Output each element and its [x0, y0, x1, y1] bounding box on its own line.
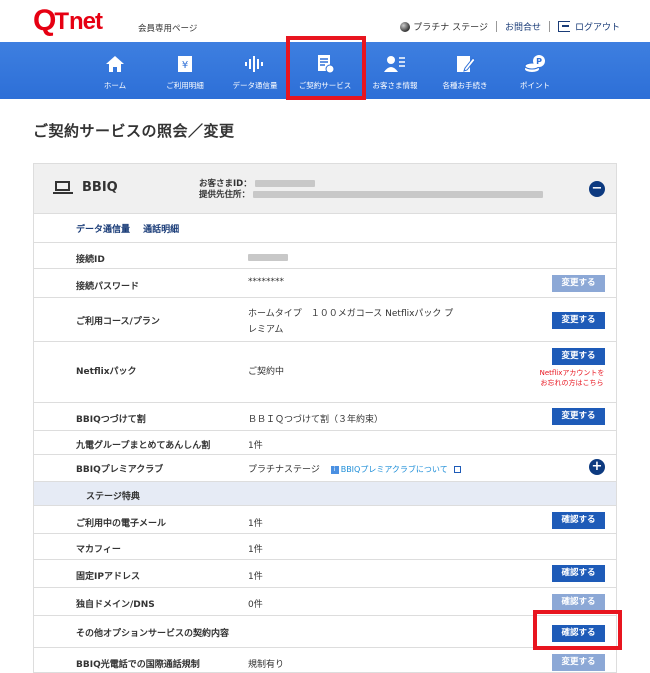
- address-label: 提供先住所：: [199, 190, 251, 200]
- row-label: ご利用コース/プラン: [76, 317, 160, 327]
- row-value: 規制有り: [248, 660, 285, 670]
- row-label: BBIQプレミアクラブ: [76, 465, 164, 475]
- row-label: 接続パスワード: [76, 282, 140, 292]
- change-plan-button[interactable]: 変更する: [552, 312, 605, 329]
- header-right: プラチナ ステージ お問合せ ログアウト: [400, 20, 620, 33]
- netflix-account-link[interactable]: Netflixアカウントを お忘れの方はこちら: [522, 368, 616, 388]
- row-label: ステージ特典: [86, 492, 140, 502]
- change-password-button[interactable]: 変更する: [552, 275, 605, 292]
- row-label: 接続ID: [76, 255, 105, 265]
- logout-icon[interactable]: [557, 21, 570, 32]
- row-label: Netflixパック: [76, 367, 137, 377]
- row-label: BBIQつづけて割: [76, 415, 146, 425]
- table-row: 独自ドメイン/DNS 0件 確認する: [34, 587, 616, 615]
- table-row: BBIQつづけて割 ＢＢＩＱつづけて割（３年約束） 変更する: [34, 402, 616, 430]
- table-row: ご利用中の電子メール 1件 確認する: [34, 505, 616, 533]
- nav-customer-info[interactable]: お客さま情報: [360, 42, 430, 99]
- table-row: 九電グループまとめてあんしん割 1件: [34, 430, 616, 454]
- logout-link[interactable]: ログアウト: [575, 20, 620, 33]
- divider: [495, 21, 497, 32]
- user-info-icon: [384, 53, 406, 75]
- row-label: ご利用中の電子メール: [76, 519, 167, 529]
- nav-label: データ通信量: [232, 81, 278, 90]
- row-label: マカフィー: [76, 545, 121, 555]
- nav-label: お客さま情報: [372, 81, 418, 90]
- table-row: 固定IPアドレス 1件 確認する: [34, 559, 616, 587]
- contact-link[interactable]: お問合せ: [505, 20, 541, 33]
- home-icon: [104, 53, 126, 75]
- nav-bill[interactable]: ¥ ご利用明細: [150, 42, 220, 99]
- data-usage-link[interactable]: データ通信量: [76, 225, 130, 235]
- redacted-value: [252, 191, 543, 198]
- planet-icon: [400, 21, 411, 32]
- row-value: ********: [248, 277, 284, 287]
- row-value: [248, 253, 288, 263]
- nav-label: ホーム: [103, 81, 127, 90]
- change-netflix-button[interactable]: 変更する: [552, 348, 605, 365]
- row-value: 1件: [248, 519, 263, 529]
- external-link-icon: [453, 466, 461, 473]
- svg-text:P: P: [536, 57, 542, 66]
- check-fixed-ip-button[interactable]: 確認する: [552, 565, 605, 582]
- computer-icon: [53, 181, 73, 195]
- table-row: ステージ特典: [34, 481, 616, 505]
- divider: [548, 21, 550, 32]
- row-value: プラチナステージ i BBIQプレミアクラブについて: [248, 462, 461, 475]
- nav-points[interactable]: P ポイント: [500, 42, 570, 99]
- row-label: BBIQ光電話での国際通話規制: [76, 660, 200, 670]
- check-domain-button[interactable]: 確認する: [552, 594, 605, 611]
- call-details-link[interactable]: 通話明細: [143, 225, 179, 235]
- table-row: ご利用コース/プラン ホームタイプ １００メガコース Netflixパック プレ…: [34, 297, 616, 341]
- table-row: 接続パスワード ******** 変更する: [34, 268, 616, 297]
- premier-club-link[interactable]: i BBIQプレミアクラブについて: [330, 465, 461, 475]
- links-row: データ通信量 通話明細: [76, 222, 189, 235]
- table-row: 接続ID: [34, 242, 616, 268]
- row-value: ホームタイプ １００メガコース Netflixパック プレミアム: [248, 309, 454, 335]
- nav-home[interactable]: ホーム: [80, 42, 150, 99]
- row-label: 独自ドメイン/DNS: [76, 600, 155, 610]
- row-value: 1件: [248, 545, 263, 555]
- change-tsuzukete-button[interactable]: 変更する: [552, 408, 605, 425]
- service-card: BBIQ お客さまID： 提供先住所： − データ通信量 通話明細 接続ID 接…: [33, 163, 617, 673]
- customer-info: お客さまID： 提供先住所：: [199, 179, 543, 201]
- row-label: 九電グループまとめてあんしん割: [76, 441, 211, 451]
- row-value: 0件: [248, 600, 263, 610]
- highlight-frame: [286, 36, 366, 100]
- plan-stage: プラチナ ステージ: [413, 23, 488, 33]
- row-label: その他オプションサービスの契約内容: [76, 629, 230, 639]
- table-row: BBIQ光電話での国際通話規制 規制有り 変更する: [34, 647, 616, 672]
- table-row: BBIQプレミアクラブ プラチナステージ i BBIQプレミアクラブについて +: [34, 454, 616, 481]
- highlight-frame: [533, 610, 622, 650]
- coin-icon: P: [524, 53, 546, 75]
- expand-button[interactable]: +: [589, 459, 605, 475]
- row-value: ご契約中: [248, 367, 285, 377]
- nav-label: 各種お手続き: [442, 81, 488, 90]
- nav-procedures[interactable]: 各種お手続き: [430, 42, 500, 99]
- nav-label: ご利用明細: [166, 81, 204, 90]
- table-row: Netflixパック ご契約中 変更する Netflixアカウントを お忘れの方は…: [34, 341, 616, 402]
- nav-label: ポイント: [520, 81, 550, 90]
- edit-icon: [454, 53, 476, 75]
- row-value: ＢＢＩＱつづけて割（３年約束）: [248, 415, 384, 425]
- qtnet-logo[interactable]: Q Tnet: [33, 6, 103, 36]
- card-header: BBIQ お客さまID： 提供先住所： −: [34, 164, 616, 214]
- service-name: BBIQ: [82, 180, 118, 195]
- row-label: 固定IPアドレス: [76, 572, 140, 582]
- check-email-button[interactable]: 確認する: [552, 512, 605, 529]
- table-row: その他オプションサービスの契約内容 確認する: [34, 615, 616, 647]
- page-title: ご契約サービスの照会／変更: [33, 122, 235, 140]
- redacted-value: [254, 180, 315, 187]
- customer-id-label: お客さまID：: [199, 179, 252, 189]
- nav-data[interactable]: データ通信量: [220, 42, 290, 99]
- svg-text:¥: ¥: [182, 60, 188, 71]
- change-intl-call-button[interactable]: 変更する: [552, 654, 605, 671]
- bill-icon: ¥: [174, 53, 196, 75]
- row-value: 1件: [248, 572, 263, 582]
- waveform-icon: [244, 53, 266, 75]
- collapse-button[interactable]: −: [589, 181, 605, 197]
- info-icon: i: [330, 465, 339, 474]
- table-row: マカフィー 1件: [34, 533, 616, 559]
- row-value: 1件: [248, 441, 263, 451]
- member-page-label: 会員専用ページ: [138, 24, 198, 34]
